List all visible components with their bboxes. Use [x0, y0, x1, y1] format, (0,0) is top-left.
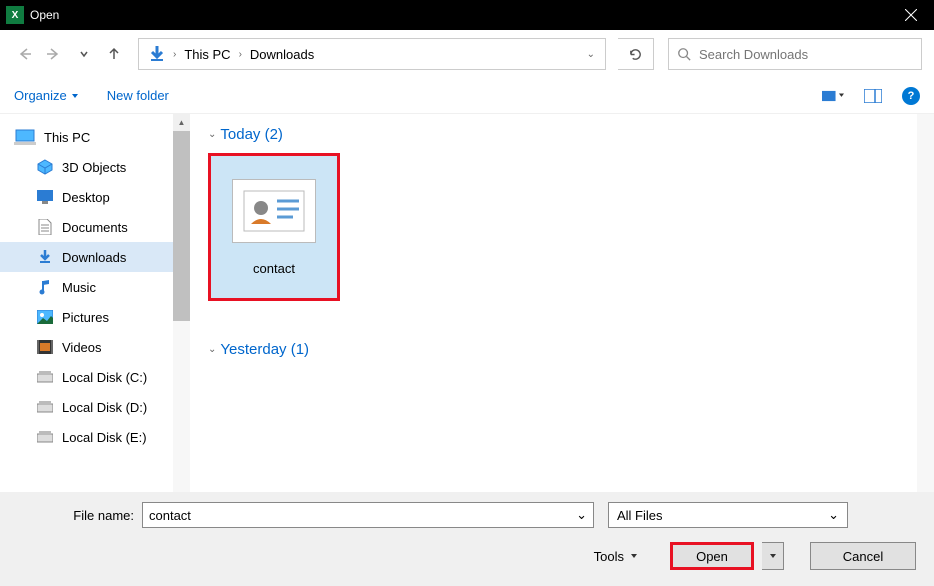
sidebar-item-music[interactable]: Music: [0, 272, 173, 302]
sidebar-item-label: Local Disk (E:): [62, 430, 147, 445]
music-icon: [36, 278, 54, 296]
search-input[interactable]: [699, 47, 913, 62]
main-scrollbar[interactable]: [917, 114, 934, 492]
toolbar: Organize New folder ?: [0, 78, 934, 114]
back-button[interactable]: [12, 42, 36, 66]
downloads-icon: [36, 248, 54, 266]
disk-icon: [36, 368, 54, 386]
address-dropdown-icon[interactable]: ⌄: [587, 49, 595, 60]
file-type-filter[interactable]: All Files ⌄: [608, 502, 848, 528]
new-folder-button[interactable]: New folder: [107, 88, 169, 103]
sidebar-item-videos[interactable]: Videos: [0, 332, 173, 362]
chevron-down-icon: ⌄: [208, 344, 216, 355]
sidebar-item-this-pc[interactable]: This PC: [0, 122, 173, 152]
sidebar-item-pictures[interactable]: Pictures: [0, 302, 173, 332]
dropdown-icon: [630, 552, 638, 560]
address-bar[interactable]: › This PC › Downloads ⌄: [138, 38, 606, 70]
group-label: Today (2): [220, 126, 283, 143]
sidebar-item-disk-d[interactable]: Local Disk (D:): [0, 392, 173, 422]
sidebar-item-desktop[interactable]: Desktop: [0, 182, 173, 212]
file-list: ⌄ Today (2) contact ⌄: [190, 114, 934, 492]
sidebar-item-label: Documents: [62, 220, 128, 235]
file-thumbnail: [232, 179, 316, 243]
sidebar-item-label: Downloads: [62, 250, 126, 265]
videos-icon: [36, 338, 54, 356]
window-title: Open: [30, 8, 59, 22]
sidebar-item-label: 3D Objects: [62, 160, 126, 175]
sidebar-item-disk-c[interactable]: Local Disk (C:): [0, 362, 173, 392]
sidebar-item-label: Local Disk (D:): [62, 400, 147, 415]
dialog-footer: File name: contact ⌄ All Files ⌄ Tools O…: [0, 492, 934, 586]
downloads-folder-icon: [145, 42, 169, 66]
sidebar-item-label: This PC: [44, 130, 90, 145]
help-icon[interactable]: ?: [902, 87, 920, 105]
sidebar-item-3d-objects[interactable]: 3D Objects: [0, 152, 173, 182]
titlebar: X Open: [0, 0, 934, 30]
organize-button[interactable]: Organize: [14, 88, 79, 103]
sidebar-item-disk-e[interactable]: Local Disk (E:): [0, 422, 173, 452]
breadcrumb-this-pc[interactable]: This PC: [180, 45, 234, 64]
open-dropdown-button[interactable]: [762, 542, 784, 570]
dropdown-icon: [71, 92, 79, 100]
search-icon: [677, 47, 691, 61]
sidebar-item-label: Local Disk (C:): [62, 370, 147, 385]
nav-bar: › This PC › Downloads ⌄: [0, 30, 934, 78]
sidebar-item-documents[interactable]: Documents: [0, 212, 173, 242]
chevron-down-icon: ⌄: [208, 129, 216, 140]
tools-button[interactable]: Tools: [594, 549, 638, 564]
view-mode-button[interactable]: [822, 88, 844, 104]
breadcrumb-separator-icon: ›: [173, 49, 176, 60]
filename-input[interactable]: contact ⌄: [142, 502, 594, 528]
filename-label: File name:: [18, 508, 134, 523]
sidebar-item-label: Music: [62, 280, 96, 295]
sidebar-item-label: Videos: [62, 340, 102, 355]
forward-button[interactable]: [42, 42, 66, 66]
scrollbar-thumb[interactable]: [173, 131, 190, 321]
search-box[interactable]: [668, 38, 922, 70]
scroll-up-button[interactable]: ▲: [173, 114, 190, 131]
disk-icon: [36, 428, 54, 446]
recent-dropdown[interactable]: [72, 42, 96, 66]
group-label: Yesterday (1): [220, 341, 309, 358]
pictures-icon: [36, 308, 54, 326]
breadcrumb-separator-icon: ›: [239, 49, 242, 60]
group-today[interactable]: ⌄ Today (2): [208, 126, 916, 143]
open-button[interactable]: Open: [670, 542, 754, 570]
refresh-button[interactable]: [618, 38, 654, 70]
file-name-label: contact: [253, 261, 295, 276]
3d-objects-icon: [36, 158, 54, 176]
sidebar-item-downloads[interactable]: Downloads: [0, 242, 173, 272]
desktop-icon: [36, 188, 54, 206]
dropdown-icon: ⌄: [828, 507, 839, 523]
sidebar: This PC 3D Objects Desktop Documents Dow…: [0, 114, 190, 492]
documents-icon: [36, 218, 54, 236]
file-contact[interactable]: contact: [208, 153, 340, 301]
sidebar-item-label: Pictures: [62, 310, 109, 325]
breadcrumb-downloads[interactable]: Downloads: [246, 45, 318, 64]
disk-icon: [36, 398, 54, 416]
group-yesterday[interactable]: ⌄ Yesterday (1): [208, 341, 916, 358]
computer-icon: [14, 128, 36, 146]
close-button[interactable]: [888, 0, 934, 30]
content-area: This PC 3D Objects Desktop Documents Dow…: [0, 114, 934, 492]
up-button[interactable]: [102, 42, 126, 66]
preview-pane-button[interactable]: [862, 88, 884, 104]
sidebar-item-label: Desktop: [62, 190, 110, 205]
excel-icon: X: [6, 6, 24, 24]
cancel-button[interactable]: Cancel: [810, 542, 916, 570]
dropdown-icon[interactable]: ⌄: [576, 507, 587, 523]
